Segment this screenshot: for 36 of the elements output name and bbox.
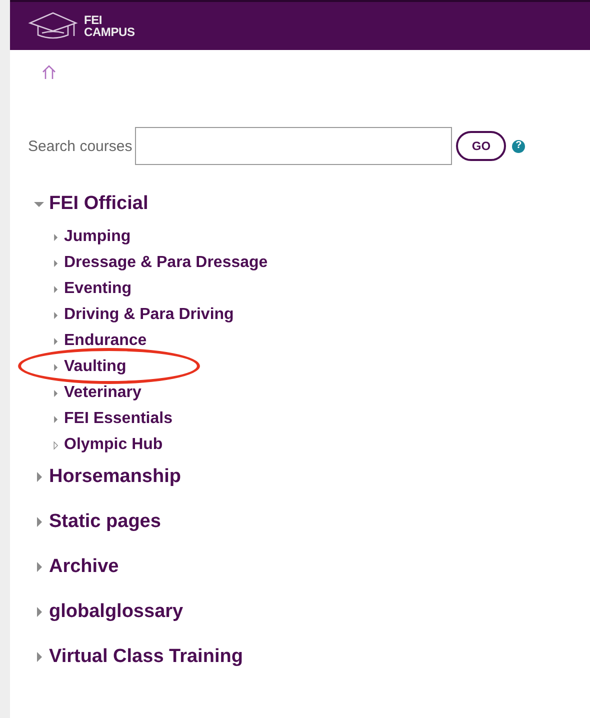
category-link[interactable]: Jumping (64, 227, 131, 247)
category-link[interactable]: Olympic Hub (64, 435, 163, 455)
expand-arrow-icon[interactable] (34, 652, 44, 662)
expand-arrow-icon[interactable] (52, 258, 59, 268)
category-link[interactable]: Endurance (64, 331, 147, 351)
search-label: Search courses (28, 138, 132, 154)
expand-arrow-icon[interactable] (52, 388, 59, 398)
logo[interactable]: FEI CAMPUS (84, 14, 135, 38)
category-link[interactable]: Horsemanship (49, 466, 181, 488)
expand-arrow-icon[interactable] (52, 284, 59, 294)
category-link[interactable]: Eventing (64, 279, 132, 299)
expand-arrow-icon[interactable] (52, 414, 59, 424)
category-link[interactable]: Virtual Class Training (49, 646, 243, 668)
expand-arrow-icon[interactable] (34, 562, 44, 572)
home-icon[interactable] (41, 64, 57, 80)
search-field[interactable] (135, 127, 452, 165)
expand-arrow-icon[interactable] (52, 440, 59, 450)
go-button[interactable]: GO (456, 131, 506, 161)
category-link[interactable]: Dressage & Para Dressage (64, 253, 268, 273)
category-link[interactable]: Veterinary (64, 383, 142, 403)
category-link[interactable]: Archive (49, 556, 119, 578)
expand-arrow-icon[interactable] (52, 336, 59, 346)
expand-arrow-icon[interactable] (52, 232, 59, 242)
help-icon[interactable]: ? (512, 140, 526, 152)
category-link[interactable]: globalglossary (49, 601, 184, 623)
category-link[interactable]: Driving & Para Driving (64, 305, 234, 325)
expand-arrow-icon[interactable] (34, 607, 44, 617)
expand-arrow-icon[interactable] (52, 310, 59, 320)
expand-arrow-icon[interactable] (52, 362, 59, 372)
expand-arrow-icon[interactable] (34, 517, 44, 527)
category-link[interactable]: Vaulting (64, 357, 126, 377)
category-link[interactable]: Static pages (49, 511, 161, 533)
collapse-arrow-icon[interactable] (34, 199, 44, 209)
category-link[interactable]: FEI Essentials (64, 409, 172, 429)
category-link[interactable]: FEI Official (49, 193, 148, 215)
expand-arrow-icon[interactable] (34, 472, 44, 482)
